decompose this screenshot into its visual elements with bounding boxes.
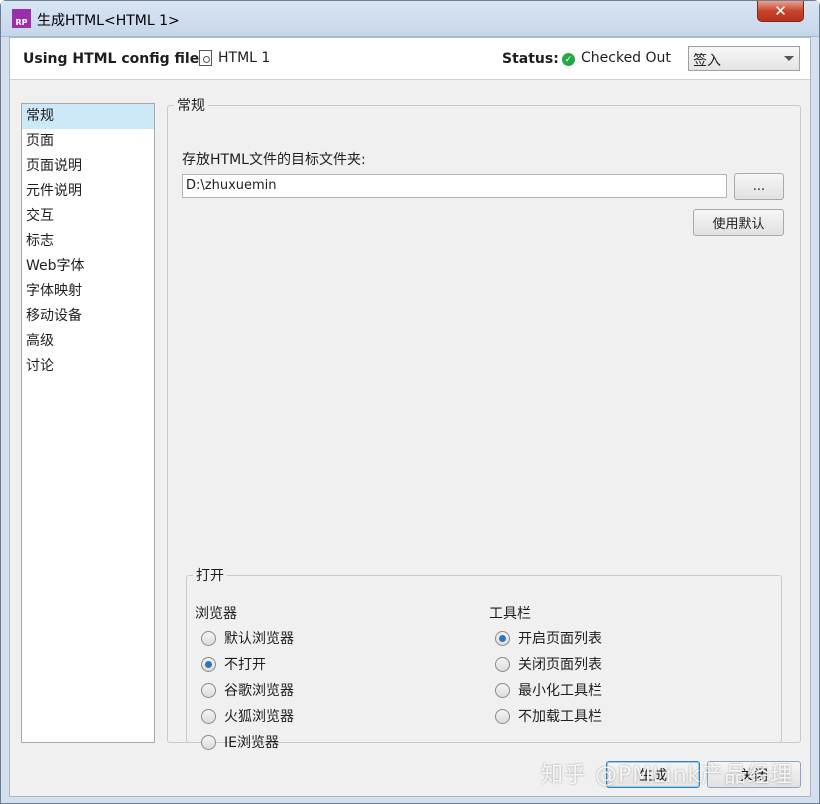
browser-option-label: 不打开 (224, 657, 266, 673)
radio-button-icon[interactable] (201, 734, 216, 750)
dialog-body: Using HTML config file: HTML 1 Status: ✓… (9, 37, 811, 797)
document-icon (199, 50, 212, 66)
radio-button-icon[interactable] (495, 708, 510, 724)
nav-item[interactable]: 常规 (22, 104, 154, 129)
nav-item[interactable]: Web字体 (22, 254, 154, 279)
config-file-name: HTML 1 (218, 50, 271, 66)
nav-item[interactable]: 高级 (22, 329, 154, 354)
config-file-label: Using HTML config file: (23, 51, 205, 67)
toolbar-option-label: 开启页面列表 (518, 631, 602, 647)
browser-radio-option[interactable]: 火狐浏览器 (201, 706, 294, 726)
nav-item[interactable]: 交互 (22, 204, 154, 229)
toolbar-option-label: 关闭页面列表 (518, 657, 602, 673)
browse-folder-button[interactable]: ... (734, 173, 784, 200)
radio-button-icon[interactable] (495, 656, 510, 672)
radio-button-icon[interactable] (495, 630, 510, 646)
general-group: 常规 存放HTML文件的目标文件夹: D:\zhuxuemin ... 使用默认… (167, 95, 801, 751)
generate-html-dialog: RP 生成HTML<HTML 1> ✕ Using HTML config fi… (0, 0, 820, 804)
nav-item[interactable]: 标志 (22, 229, 154, 254)
browser-radio-option[interactable]: IE浏览器 (201, 732, 279, 752)
toolbar-radio-option[interactable]: 不加载工具栏 (495, 706, 602, 726)
toolbar-radio-option[interactable]: 开启页面列表 (495, 628, 602, 648)
toolbar-option-label: 不加载工具栏 (518, 709, 602, 725)
checked-out-icon: ✓ (562, 53, 575, 66)
target-folder-label: 存放HTML文件的目标文件夹: (182, 152, 366, 168)
use-default-button[interactable]: 使用默认 (693, 209, 784, 236)
nav-item[interactable]: 字体映射 (22, 279, 154, 304)
general-legend: 常规 (177, 98, 205, 114)
nav-item[interactable]: 讨论 (22, 354, 154, 379)
radio-button-icon[interactable] (201, 682, 216, 698)
radio-button-icon[interactable] (201, 656, 216, 672)
target-folder-input[interactable]: D:\zhuxuemin (182, 174, 727, 198)
window-title: 生成HTML<HTML 1> (37, 13, 180, 29)
browser-option-label: 谷歌浏览器 (224, 683, 294, 699)
nav-item[interactable]: 页面 (22, 129, 154, 154)
open-legend: 打开 (196, 568, 224, 584)
status-label: Status: (502, 51, 559, 67)
settings-category-list: 常规 页面 页面说明 元件说明 交互 标志 Web字体 字体映射 移动设备 高级 讨论 (21, 103, 155, 743)
nav-item[interactable]: 元件说明 (22, 179, 154, 204)
status-action-select[interactable]: 签入 (688, 46, 800, 71)
toolbar-option-label: 最小化工具栏 (518, 683, 602, 699)
radio-button-icon[interactable] (201, 708, 216, 724)
browser-radio-option[interactable]: 不打开 (201, 654, 266, 674)
browser-radio-option[interactable]: 谷歌浏览器 (201, 680, 294, 700)
watermark-text: 知乎 @PMLink产品经理 (541, 763, 794, 788)
radio-button-icon[interactable] (201, 630, 216, 646)
toolbar-radio-option[interactable]: 关闭页面列表 (495, 654, 602, 674)
window-close-button[interactable]: ✕ (757, 1, 804, 22)
toolbar-radio-option[interactable]: 最小化工具栏 (495, 680, 602, 700)
browser-option-label: IE浏览器 (224, 735, 279, 751)
browser-option-label: 火狐浏览器 (224, 709, 294, 725)
chevron-down-icon (784, 56, 794, 61)
nav-item[interactable]: 移动设备 (22, 304, 154, 329)
browser-heading: 浏览器 (195, 606, 237, 622)
toolbar-heading: 工具栏 (489, 606, 531, 622)
radio-button-icon[interactable] (495, 682, 510, 698)
browser-radio-option[interactable]: 默认浏览器 (201, 628, 294, 648)
open-group: 打开 浏览器 工具栏 默认浏览器不打开谷歌浏览器火狐浏览器 IE浏览器 开启页面列… (186, 565, 782, 751)
status-action-value: 签入 (693, 53, 721, 69)
axure-app-icon: RP (12, 9, 31, 28)
status-value: Checked Out (581, 50, 671, 66)
nav-item[interactable]: 页面说明 (22, 154, 154, 179)
browser-option-label: 默认浏览器 (224, 631, 294, 647)
title-bar[interactable]: RP 生成HTML<HTML 1> ✕ (1, 1, 819, 37)
config-bar: Using HTML config file: HTML 1 Status: ✓… (10, 38, 810, 80)
